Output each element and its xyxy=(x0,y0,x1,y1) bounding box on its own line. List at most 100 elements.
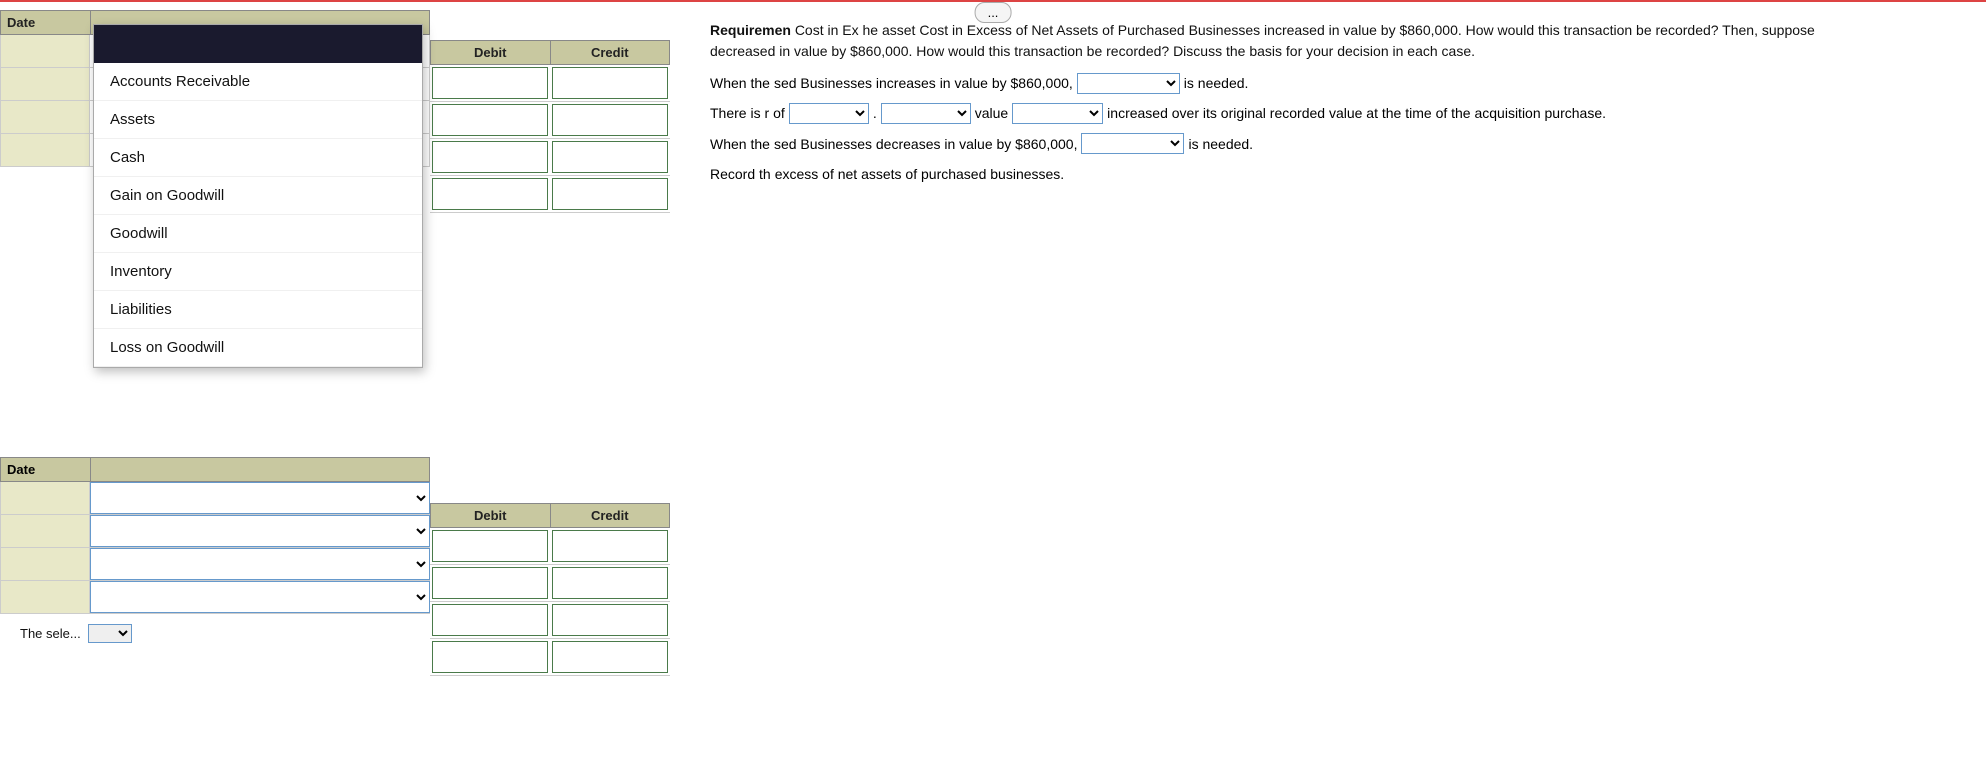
bottom-account-select-3[interactable]: Accounts Receivable Assets Cash Gain on … xyxy=(90,548,430,580)
bottom-debit-input-4[interactable] xyxy=(433,642,547,672)
dropdown-item-accounts-receivable[interactable]: Accounts Receivable xyxy=(94,63,422,101)
bottom-debit-cell-4[interactable] xyxy=(432,641,548,673)
bottom-credit-input-2[interactable] xyxy=(553,568,667,598)
bottom-debit-cell-3[interactable] xyxy=(432,604,548,636)
footer-text-area: The sele... Yes No xyxy=(0,614,1986,654)
sentence2-value-label: value xyxy=(975,102,1008,124)
top-credit-input-3[interactable] xyxy=(553,142,667,172)
bottom-credit-input-3[interactable] xyxy=(553,605,667,635)
top-right-row-4 xyxy=(430,176,670,213)
dropdown-item-gain-on-goodwill[interactable]: Gain on Goodwill xyxy=(94,177,422,215)
bottom-credit-input-4[interactable] xyxy=(553,642,667,672)
bottom-right-row-2 xyxy=(430,565,670,602)
dropdown-item-liabilities[interactable]: Liabilities xyxy=(94,291,422,329)
sentence2-no-select[interactable]: no a an xyxy=(789,103,869,124)
record-row: Record th excess of net assets of purcha… xyxy=(710,163,1986,185)
bottom-table-header: Date xyxy=(0,457,430,482)
top-right-table-container: Debit Credit xyxy=(430,40,670,676)
sentence1-entry-select[interactable]: No entry An entry A debit entry A credit… xyxy=(1077,73,1180,94)
bottom-debit-input-3[interactable] xyxy=(433,605,547,635)
bottom-right-row-4 xyxy=(430,639,670,676)
sentence3-entry-select[interactable]: No entry An entry A debit entry A credit… xyxy=(1081,133,1184,154)
top-credit-cell-1[interactable] xyxy=(552,67,668,99)
bottom-right-row-1 xyxy=(430,528,670,565)
bottom-credit-input-1[interactable] xyxy=(553,531,667,561)
bottom-account-select-1[interactable]: Accounts Receivable Assets Cash Gain on … xyxy=(90,482,430,514)
left-column: Date xyxy=(0,10,430,614)
bottom-account-select-4[interactable]: Accounts Receivable Assets Cash Gain on … xyxy=(90,581,430,613)
bottom-right-header: Debit Credit xyxy=(430,503,670,528)
top-debit-input-4[interactable] xyxy=(433,179,547,209)
top-right-rows xyxy=(430,65,670,213)
bottom-credit-cell-3[interactable] xyxy=(552,604,668,636)
requirements-main-text: he asset Cost in Excess of Net Assets of… xyxy=(863,22,1815,38)
bottom-account-select-2[interactable]: Accounts Receivable Assets Cash Gain on … xyxy=(90,515,430,547)
dropdown-item-inventory[interactable]: Inventory xyxy=(94,253,422,291)
bottom-debit-input-2[interactable] xyxy=(433,568,547,598)
sentence1-after: is needed. xyxy=(1184,72,1249,94)
footer-select[interactable]: Yes No xyxy=(88,624,132,643)
top-credit-input-2[interactable] xyxy=(553,105,667,135)
bottom-table-rows: Accounts Receivable Assets Cash Gain on … xyxy=(0,482,430,614)
top-credit-cell-3[interactable] xyxy=(552,141,668,173)
account-dropdown-overlay: Accounts Receivable Assets Cash Gain on … xyxy=(93,24,423,368)
bottom-date-4 xyxy=(0,581,90,613)
bottom-table-account-header xyxy=(91,458,429,481)
bottom-account-4[interactable]: Accounts Receivable Assets Cash Gain on … xyxy=(90,581,430,613)
bottom-row-2: Accounts Receivable Assets Cash Gain on … xyxy=(0,515,430,548)
top-debit-cell-4[interactable] xyxy=(432,178,548,210)
top-debit-cell-3[interactable] xyxy=(432,141,548,173)
dropdown-item-assets[interactable]: Assets xyxy=(94,101,422,139)
top-right-header: Debit Credit xyxy=(430,40,670,65)
bottom-account-2[interactable]: Accounts Receivable Assets Cash Gain on … xyxy=(90,515,430,547)
top-debit-cell-1[interactable] xyxy=(432,67,548,99)
top-credit-input-1[interactable] xyxy=(553,68,667,98)
bottom-debit-cell-1[interactable] xyxy=(432,530,548,562)
top-right-row-3 xyxy=(430,139,670,176)
top-debit-cell-2[interactable] xyxy=(432,104,548,136)
sentence1-middle: sed Businesses increases in value by $86… xyxy=(774,72,1073,94)
layout-wrapper: Date xyxy=(0,10,1986,614)
sentence2-recognition-select[interactable]: recognition recording adjustment xyxy=(881,103,971,124)
sentence3-before: When the xyxy=(710,133,770,155)
bottom-credit-cell-4[interactable] xyxy=(552,641,668,673)
top-row3-date xyxy=(0,101,90,133)
sentence2-before: There is r xyxy=(710,102,769,124)
sentence2-part1: of xyxy=(773,102,785,124)
top-credit-input-4[interactable] xyxy=(553,179,667,209)
dropdown-item-goodwill[interactable]: Goodwill xyxy=(94,215,422,253)
top-credit-cell-4[interactable] xyxy=(552,178,668,210)
bottom-account-3[interactable]: Accounts Receivable Assets Cash Gain on … xyxy=(90,548,430,580)
top-debit-input-1[interactable] xyxy=(433,68,547,98)
dropdown-item-cash[interactable]: Cash xyxy=(94,139,422,177)
page-wrapper: ... Date xyxy=(0,0,1986,766)
requirements-section: Requiremen Cost in Ex he asset Cost in E… xyxy=(710,20,1986,62)
bottom-credit-cell-1[interactable] xyxy=(552,530,668,562)
bottom-credit-header: Credit xyxy=(551,504,670,527)
top-credit-cell-2[interactable] xyxy=(552,104,668,136)
requirements-main-text2: decreased in value by $860,000. How woul… xyxy=(710,43,1475,59)
sentence2-after: increased over its original recorded val… xyxy=(1107,102,1606,124)
top-table-date-header: Date xyxy=(1,11,91,34)
bottom-debit-cell-2[interactable] xyxy=(432,567,548,599)
requirements-cost-label: Cost in Ex xyxy=(795,22,859,38)
top-debit-input-3[interactable] xyxy=(433,142,547,172)
bottom-table-date-header: Date xyxy=(1,458,91,481)
requirements-label: Requiremen xyxy=(710,22,791,38)
bottom-debit-input-1[interactable] xyxy=(433,531,547,561)
top-right-row-2 xyxy=(430,102,670,139)
bottom-right-row-3 xyxy=(430,602,670,639)
bottom-left-table: Date Accounts Receivable Assets Cash xyxy=(0,457,430,614)
sentence2-value-select[interactable]: ▼ increased decreased unchanged xyxy=(1012,103,1103,124)
bottom-credit-cell-2[interactable] xyxy=(552,567,668,599)
top-credit-header: Credit xyxy=(551,41,670,64)
top-debit-input-2[interactable] xyxy=(433,105,547,135)
sentence3-middle: sed Businesses decreases in value by $86… xyxy=(774,133,1078,155)
bottom-right-table-container: Debit Credit xyxy=(430,503,670,676)
record-text: excess of net assets of purchased busine… xyxy=(775,163,1065,185)
record-label: Record th xyxy=(710,163,771,185)
bottom-right-rows xyxy=(430,528,670,676)
dropdown-item-loss-on-goodwill[interactable]: Loss on Goodwill xyxy=(94,329,422,367)
bottom-date-1 xyxy=(0,482,90,514)
bottom-account-1[interactable]: Accounts Receivable Assets Cash Gain on … xyxy=(90,482,430,514)
